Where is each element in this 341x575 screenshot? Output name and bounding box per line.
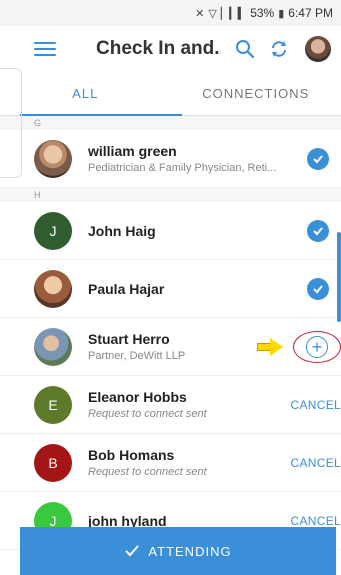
- attendee-name: Paula Hajar: [88, 280, 165, 297]
- checkmark-icon[interactable]: [307, 277, 329, 300]
- list-item[interactable]: E Eleanor Hobbs Request to connect sent …: [0, 376, 341, 434]
- attendee-name: william green: [88, 143, 177, 159]
- tab-connections[interactable]: CONNECTIONS: [171, 72, 341, 115]
- cancel-request-button[interactable]: CANCEL: [291, 456, 341, 470]
- tab-bar: ALL CONNECTIONS: [0, 72, 341, 116]
- checkmark-icon[interactable]: [307, 147, 329, 170]
- add-icon[interactable]: +: [306, 335, 328, 358]
- highlight-ring: +: [293, 330, 341, 363]
- list-item[interactable]: william green Pediatrician & Family Phys…: [0, 130, 341, 188]
- checkmark-icon[interactable]: [307, 219, 329, 242]
- signal-icon: ▏▎▍: [220, 7, 247, 20]
- avatar: [34, 327, 72, 366]
- tab-all[interactable]: ALL: [0, 72, 171, 115]
- attendee-name: John Haig: [88, 222, 156, 239]
- status-bar: ✕ ▽ ▏▎▍ 53% ▮ 6:47 PM: [0, 0, 341, 26]
- profile-avatar[interactable]: [305, 36, 331, 62]
- attending-button[interactable]: ATTENDING: [20, 527, 336, 575]
- avatar: E: [34, 385, 72, 424]
- list-item[interactable]: B Bob Homans Request to connect sent CAN…: [0, 434, 341, 492]
- battery-level: 53%: [250, 6, 275, 20]
- section-header-g: G: [0, 116, 341, 130]
- avatar: [34, 139, 72, 178]
- arrow-right-icon: [257, 337, 283, 356]
- mute-icon: ✕: [195, 7, 205, 20]
- hamburger-menu-icon[interactable]: [34, 42, 56, 56]
- search-icon[interactable]: [235, 39, 255, 59]
- avatar: B: [34, 443, 72, 482]
- checkmark-icon: [125, 545, 140, 557]
- tab-indicator: [20, 114, 182, 116]
- add-connection-annotation: +: [257, 330, 341, 363]
- scroll-indicator[interactable]: [337, 232, 341, 322]
- attendee-title: Pediatrician & Family Physician, Reti...: [88, 162, 277, 174]
- list-item[interactable]: Stuart Herro Partner, DeWitt LLP +: [0, 318, 341, 376]
- avatar: [34, 269, 72, 308]
- list-item[interactable]: Paula Hajar: [0, 260, 341, 318]
- cancel-request-button[interactable]: CANCEL: [291, 398, 341, 412]
- page-title: Check In and...: [96, 38, 221, 59]
- list-item[interactable]: J John Haig: [0, 202, 341, 260]
- section-header-h: H: [0, 188, 341, 202]
- battery-icon: ▮: [278, 7, 285, 20]
- attending-label: ATTENDING: [148, 543, 232, 559]
- refresh-icon[interactable]: [269, 39, 289, 59]
- avatar: J: [34, 211, 72, 250]
- clock: 6:47 PM: [288, 6, 333, 20]
- wifi-icon: ▽: [208, 7, 217, 20]
- app-bar: Check In and...: [0, 26, 341, 72]
- cancel-request-button[interactable]: CANCEL: [291, 514, 341, 528]
